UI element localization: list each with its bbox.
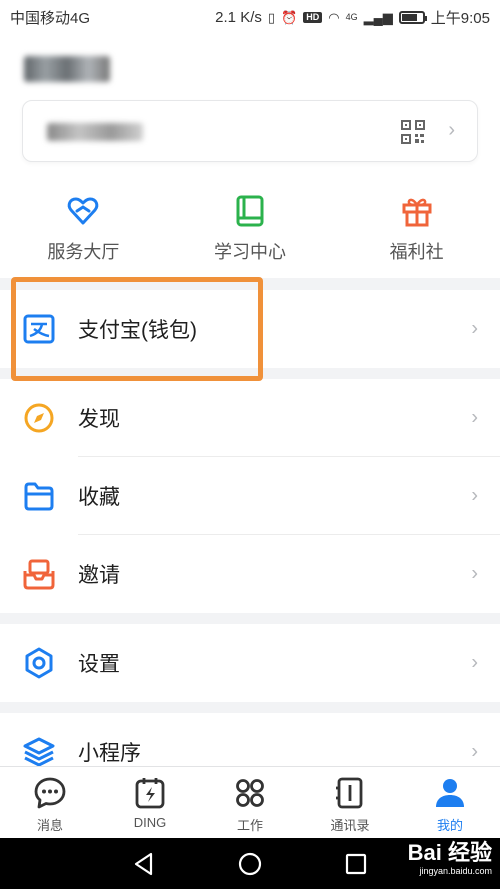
organization-name-redacted <box>47 123 143 141</box>
tab-work[interactable]: 工作 <box>200 767 300 838</box>
profile-icon <box>436 779 464 807</box>
quick-action-label: 福利社 <box>389 242 444 262</box>
book-icon <box>236 195 264 227</box>
folder-icon <box>22 479 56 513</box>
watermark-domain: jingyan.baidu.com <box>419 866 492 876</box>
wifi-icon: ◠ <box>328 9 340 25</box>
tab-contacts[interactable]: 通讯录 <box>300 767 400 838</box>
invite-box-icon <box>22 557 56 591</box>
tab-label: 工作 <box>236 818 263 833</box>
back-icon[interactable] <box>131 851 157 877</box>
chevron-right-icon: › <box>471 740 478 763</box>
bottom-tab-bar: 消息 DING 工作 通讯录 我的 <box>0 766 500 838</box>
compass-icon <box>22 401 56 435</box>
ding-icon <box>135 778 165 809</box>
contacts-icon <box>336 777 363 809</box>
clock: 上午9:05 <box>430 9 490 27</box>
tab-label: DING <box>133 815 167 830</box>
chevron-right-icon: › <box>471 317 478 340</box>
chevron-right-icon: › <box>471 651 478 674</box>
quick-action-label: 服务大厅 <box>47 242 120 262</box>
gift-icon <box>402 198 432 227</box>
vibrate-icon: ▯ <box>267 9 276 25</box>
quick-action-label: 学习中心 <box>214 242 286 262</box>
network-speed: 2.1 K/s <box>215 8 262 26</box>
menu-item-label: 支付宝(钱包) <box>78 319 197 342</box>
menu-item-favorites[interactable]: 收藏 › <box>0 457 500 535</box>
alipay-icon <box>22 312 56 346</box>
battery-icon <box>398 10 427 24</box>
quick-action-learning-center[interactable]: 学习中心 <box>167 182 334 278</box>
signal-bars-icon: ▂▄▆ <box>363 9 393 25</box>
status-bar: 中国移动4G 2.1 K/s ▯ ⏰ HD ◠ 4G ▂▄▆ 上午9:05 <box>0 0 500 34</box>
menu-item-invite[interactable]: 邀请 › <box>0 535 500 613</box>
menu-item-alipay-wallet[interactable]: 支付宝(钱包) › <box>0 290 500 368</box>
menu-item-label: 发现 <box>78 408 120 431</box>
menu-item-settings[interactable]: 设置 › <box>0 624 500 702</box>
quick-action-welfare[interactable]: 福利社 <box>333 182 500 278</box>
menu-item-label: 设置 <box>78 653 120 676</box>
menu-item-discover[interactable]: 发现 › <box>0 379 500 457</box>
layers-icon <box>22 735 56 769</box>
gear-icon <box>22 646 56 680</box>
quick-action-service-hall[interactable]: 服务大厅 <box>0 182 167 278</box>
heart-service-icon <box>68 197 99 225</box>
carrier-label: 中国移动4G <box>10 9 91 27</box>
alarm-icon: ⏰ <box>281 9 298 25</box>
signal-4g-icon: 4G <box>345 11 358 22</box>
tab-label: 我的 <box>436 818 463 833</box>
chevron-right-icon: › <box>448 119 455 141</box>
tab-ding[interactable]: DING <box>100 767 200 838</box>
qr-code-icon[interactable] <box>401 120 425 144</box>
tab-label: 消息 <box>36 818 63 833</box>
work-grid-icon <box>236 779 264 807</box>
menu-item-label: 收藏 <box>78 486 120 509</box>
watermark-brand: Bai 经验 <box>407 840 492 865</box>
organization-card[interactable]: › <box>22 100 478 162</box>
baidu-jingyan-watermark: Bai 经验 jingyan.baidu.com <box>408 842 492 876</box>
tab-label: 通讯录 <box>330 818 370 833</box>
menu-item-label: 邀请 <box>78 564 120 587</box>
tab-me[interactable]: 我的 <box>400 767 500 838</box>
tab-messages[interactable]: 消息 <box>0 767 100 838</box>
profile-header: › <box>0 34 500 182</box>
chevron-right-icon: › <box>471 484 478 507</box>
chevron-right-icon: › <box>471 406 478 429</box>
hd-icon: HD <box>303 11 323 23</box>
quick-actions-bar: 服务大厅 学习中心 福利社 <box>0 182 500 278</box>
chat-icon <box>34 777 66 809</box>
home-icon[interactable] <box>237 851 263 877</box>
menu-item-label: 小程序 <box>78 742 141 765</box>
chevron-right-icon: › <box>471 562 478 585</box>
profile-name-redacted <box>24 56 110 82</box>
recent-apps-icon[interactable] <box>343 851 369 877</box>
